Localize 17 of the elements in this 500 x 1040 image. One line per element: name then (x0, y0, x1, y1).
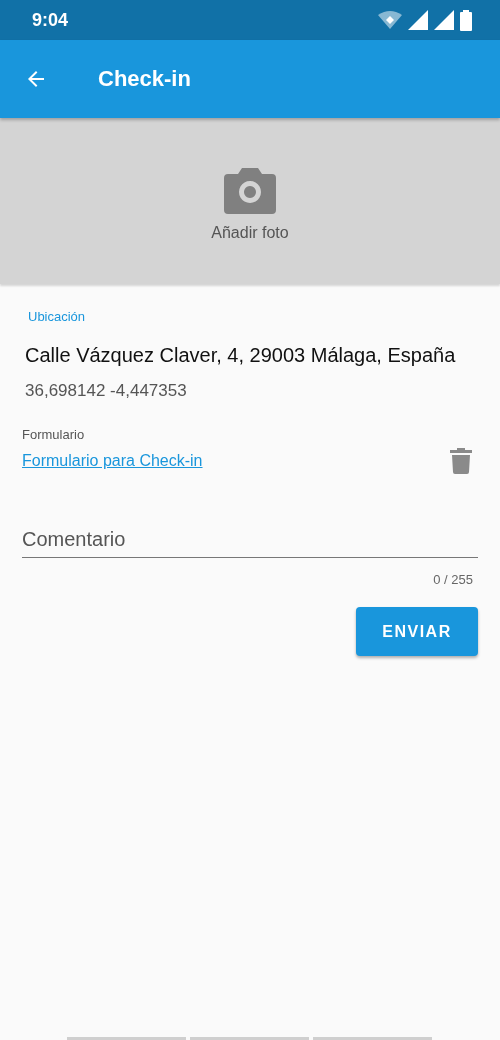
signal-icon (434, 10, 454, 30)
status-time: 9:04 (32, 9, 69, 31)
camera-icon (224, 168, 276, 214)
form-label: Formulario (22, 427, 86, 442)
battery-icon (460, 9, 472, 31)
send-button[interactable]: ENVIAR (356, 607, 478, 656)
add-photo-button[interactable]: Añadir foto (0, 118, 500, 284)
signal-icon (408, 10, 428, 30)
address-text: Calle Vázquez Claver, 4, 29003 Málaga, España (25, 344, 457, 367)
coordinates-text: 36,698142 -4,447353 (25, 381, 188, 401)
screen-title: Check-in (98, 66, 191, 92)
location-label: Ubicación (28, 309, 87, 324)
comment-field[interactable]: Comentario (22, 524, 478, 558)
form-link[interactable]: Formulario para Check-in (22, 452, 203, 470)
wifi-icon (378, 11, 402, 29)
character-counter: 0 / 255 (433, 572, 473, 587)
delete-icon[interactable] (450, 448, 472, 474)
